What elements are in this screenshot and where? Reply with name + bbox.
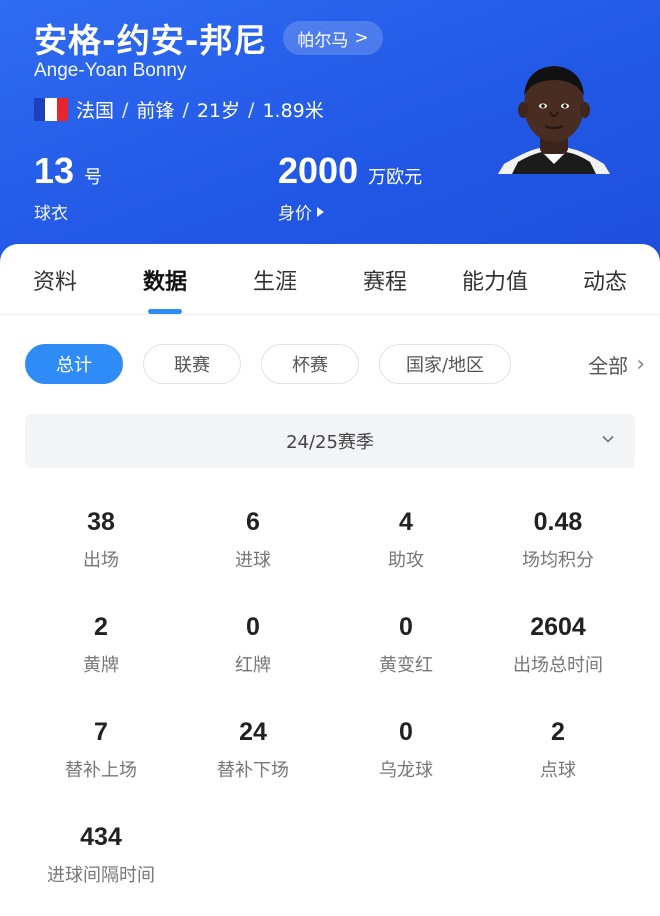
stat-label: 出场总时间 <box>513 655 603 676</box>
market-value-link[interactable]: 身价 <box>278 199 324 224</box>
season-label: 24/25赛季 <box>286 432 374 453</box>
age: 21岁 <box>196 100 241 122</box>
club-name: 帕尔马 <box>297 30 349 51</box>
stat-label: 进球 <box>235 550 271 571</box>
stat-label: 黄变红 <box>379 655 433 676</box>
shirt-label-text: 球衣 <box>34 204 68 224</box>
shirt-number: 13 号 <box>34 150 102 192</box>
stat-label: 进球间隔时间 <box>47 865 155 886</box>
tab-profile[interactable]: 资料 <box>0 244 110 314</box>
separator: / <box>248 98 255 121</box>
stat-label: 点球 <box>540 760 576 781</box>
filter-bar: 总计 联赛 杯赛 国家/地区 全部 › <box>25 344 645 384</box>
filter-league[interactable]: 联赛 <box>143 344 241 384</box>
stat-value: 0 <box>399 613 413 641</box>
stat-penalties: 2 点球 <box>482 718 634 782</box>
stat-label: 红牌 <box>235 655 271 676</box>
filter-total[interactable]: 总计 <box>25 344 123 384</box>
stat-value: 434 <box>80 823 122 851</box>
filter-cup[interactable]: 杯赛 <box>261 344 359 384</box>
tab-news[interactable]: 动态 <box>550 244 660 314</box>
filter-all-label: 全部 <box>588 353 629 378</box>
tab-career[interactable]: 生涯 <box>220 244 330 314</box>
stat-label: 乌龙球 <box>379 760 433 781</box>
tab-schedule[interactable]: 赛程 <box>330 244 440 314</box>
market-value-label: 身价 <box>278 204 312 224</box>
stat-value: 0 <box>246 613 260 641</box>
tab-divider <box>0 314 660 315</box>
market-value-unit: 万欧元 <box>368 167 423 188</box>
shirt-number-unit: 号 <box>84 167 103 188</box>
market-value: 2000 万欧元 <box>278 150 422 192</box>
tab-data[interactable]: 数据 <box>110 244 220 314</box>
stat-sub-on: 7 替补上场 <box>25 718 177 782</box>
stat-label: 助攻 <box>388 550 424 571</box>
stat-goals: 6 进球 <box>177 508 329 572</box>
stat-own-goals: 0 乌龙球 <box>330 718 482 782</box>
chevron-right-icon: > <box>354 28 369 48</box>
filter-all-button[interactable]: 全部 › <box>588 344 645 384</box>
stat-points-per-game: 0.48 场均积分 <box>482 508 634 572</box>
stat-value: 7 <box>94 718 108 746</box>
stat-yellow-cards: 2 黄牌 <box>25 613 177 677</box>
tab-ratings[interactable]: 能力值 <box>440 244 550 314</box>
chevron-down-icon <box>602 435 614 443</box>
player-name-cn: 安格-约安-邦尼 <box>34 21 268 60</box>
position: 前锋 <box>136 100 175 122</box>
stat-value: 38 <box>87 508 115 536</box>
stat-assists: 4 助攻 <box>330 508 482 572</box>
club-button[interactable]: 帕尔马 > <box>283 21 383 55</box>
stat-minutes-per-goal: 434 进球间隔时间 <box>25 823 177 887</box>
season-selector[interactable]: 24/25赛季 <box>25 414 635 468</box>
player-header: 安格-约安-邦尼 帕尔马 > Ange-Yoan Bonny 法国 / 前锋 /… <box>0 0 660 270</box>
player-avatar <box>498 60 610 174</box>
player-name-en: Ange-Yoan Bonny <box>34 60 187 81</box>
stat-value: 4 <box>399 508 413 536</box>
stat-appearances: 38 出场 <box>25 508 177 572</box>
stat-value: 24 <box>239 718 267 746</box>
stat-label: 场均积分 <box>522 550 594 571</box>
content-card: 资料 数据 生涯 赛程 能力值 动态 总计 联赛 杯赛 国家/地区 全部 › 2… <box>0 244 660 916</box>
stat-value: 0 <box>399 718 413 746</box>
tab-bar: 资料 数据 生涯 赛程 能力值 动态 <box>0 244 660 314</box>
stat-label: 黄牌 <box>83 655 119 676</box>
market-value-number: 2000 <box>278 150 359 191</box>
filter-national[interactable]: 国家/地区 <box>379 344 511 384</box>
stat-label: 替补上场 <box>65 760 137 781</box>
height: 1.89米 <box>262 100 324 122</box>
stat-second-yellow: 0 黄变红 <box>330 613 482 677</box>
stat-sub-off: 24 替补下场 <box>177 718 329 782</box>
stat-label: 替补下场 <box>217 760 289 781</box>
shirt-number-value: 13 <box>34 150 75 191</box>
stat-value: 0.48 <box>533 508 583 536</box>
stat-value: 2 <box>94 613 108 641</box>
stat-value: 2604 <box>530 613 586 641</box>
separator: / <box>122 98 129 121</box>
player-info-row: 法国 / 前锋 / 21岁 / 1.89米 <box>34 96 324 123</box>
stat-red-cards: 0 红牌 <box>177 613 329 677</box>
chevron-right-icon: › <box>636 351 645 377</box>
stat-label: 出场 <box>83 550 119 571</box>
name-row: 安格-约安-邦尼 帕尔马 > <box>34 14 383 62</box>
play-arrow-icon <box>317 206 324 217</box>
separator: / <box>182 98 189 121</box>
stat-minutes-played: 2604 出场总时间 <box>482 613 634 677</box>
stat-value: 6 <box>246 508 260 536</box>
shirt-label: 球衣 <box>34 199 68 224</box>
nationality: 法国 <box>76 100 115 122</box>
france-flag-icon <box>34 98 68 121</box>
stat-value: 2 <box>551 718 565 746</box>
